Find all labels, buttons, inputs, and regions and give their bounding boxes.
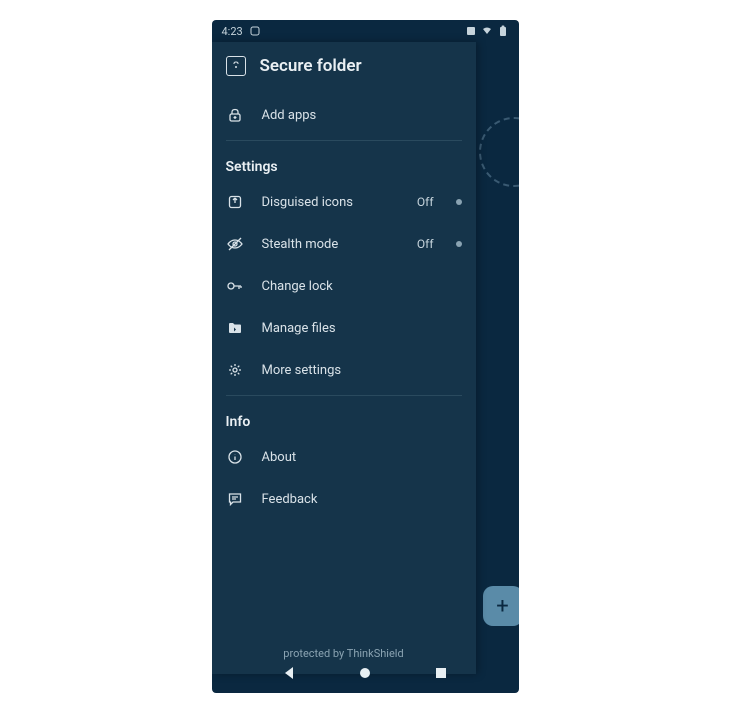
home-button[interactable] xyxy=(357,665,373,681)
disguised-toggle-indicator xyxy=(456,199,462,205)
lock-plus-icon xyxy=(226,106,244,124)
disguise-icon xyxy=(226,193,244,211)
status-left: 4:23 xyxy=(222,25,261,38)
info-icon xyxy=(226,448,244,466)
settings-section-label: Settings xyxy=(212,145,476,181)
battery-icon xyxy=(497,25,509,37)
manage-files-label: Manage files xyxy=(262,321,462,336)
folder-icon xyxy=(226,319,244,337)
stealth-mode-item[interactable]: Stealth mode Off xyxy=(212,223,476,265)
status-time: 4:23 xyxy=(222,25,243,38)
navigation-drawer: Secure folder Add apps Settings Disg xyxy=(212,42,476,674)
plus-icon: + xyxy=(496,594,508,619)
gear-icon xyxy=(226,361,244,379)
drawer-header: Secure folder xyxy=(212,42,476,94)
change-lock-item[interactable]: Change lock xyxy=(212,265,476,307)
change-lock-label: Change lock xyxy=(262,279,462,294)
key-icon xyxy=(226,277,244,295)
stealth-toggle-state: Off xyxy=(417,237,434,251)
manage-files-item[interactable]: Manage files xyxy=(212,307,476,349)
secure-folder-icon xyxy=(226,56,246,76)
disguised-icons-label: Disguised icons xyxy=(262,195,399,210)
card-icon xyxy=(465,25,477,37)
about-item[interactable]: About xyxy=(212,436,476,478)
android-nav-bar xyxy=(212,653,519,693)
feedback-icon xyxy=(226,490,244,508)
feedback-label: Feedback xyxy=(262,492,462,507)
info-section-label: Info xyxy=(212,400,476,436)
about-label: About xyxy=(262,450,462,465)
eye-off-icon xyxy=(226,235,244,253)
add-apps-label: Add apps xyxy=(262,108,462,123)
wifi-icon xyxy=(481,25,493,37)
add-apps-item[interactable]: Add apps xyxy=(212,94,476,136)
background-placeholder-circle xyxy=(479,117,519,187)
add-fab-button[interactable]: + xyxy=(483,586,519,626)
feedback-item[interactable]: Feedback xyxy=(212,478,476,520)
more-settings-item[interactable]: More settings xyxy=(212,349,476,391)
drawer-title: Secure folder xyxy=(260,56,362,76)
more-settings-label: More settings xyxy=(262,363,462,378)
disguised-icons-item[interactable]: Disguised icons Off xyxy=(212,181,476,223)
disguised-toggle-state: Off xyxy=(417,195,434,209)
recent-apps-button[interactable] xyxy=(433,665,449,681)
main-background: + xyxy=(476,42,519,674)
app-notification-icon xyxy=(249,25,261,37)
divider xyxy=(226,140,462,141)
status-bar: 4:23 xyxy=(212,20,519,42)
status-right xyxy=(465,25,509,37)
stealth-mode-label: Stealth mode xyxy=(262,237,399,252)
stealth-toggle-indicator xyxy=(456,241,462,247)
divider xyxy=(226,395,462,396)
back-button[interactable] xyxy=(281,665,297,681)
phone-screen: 4:23 + Secure folder xyxy=(212,20,519,693)
